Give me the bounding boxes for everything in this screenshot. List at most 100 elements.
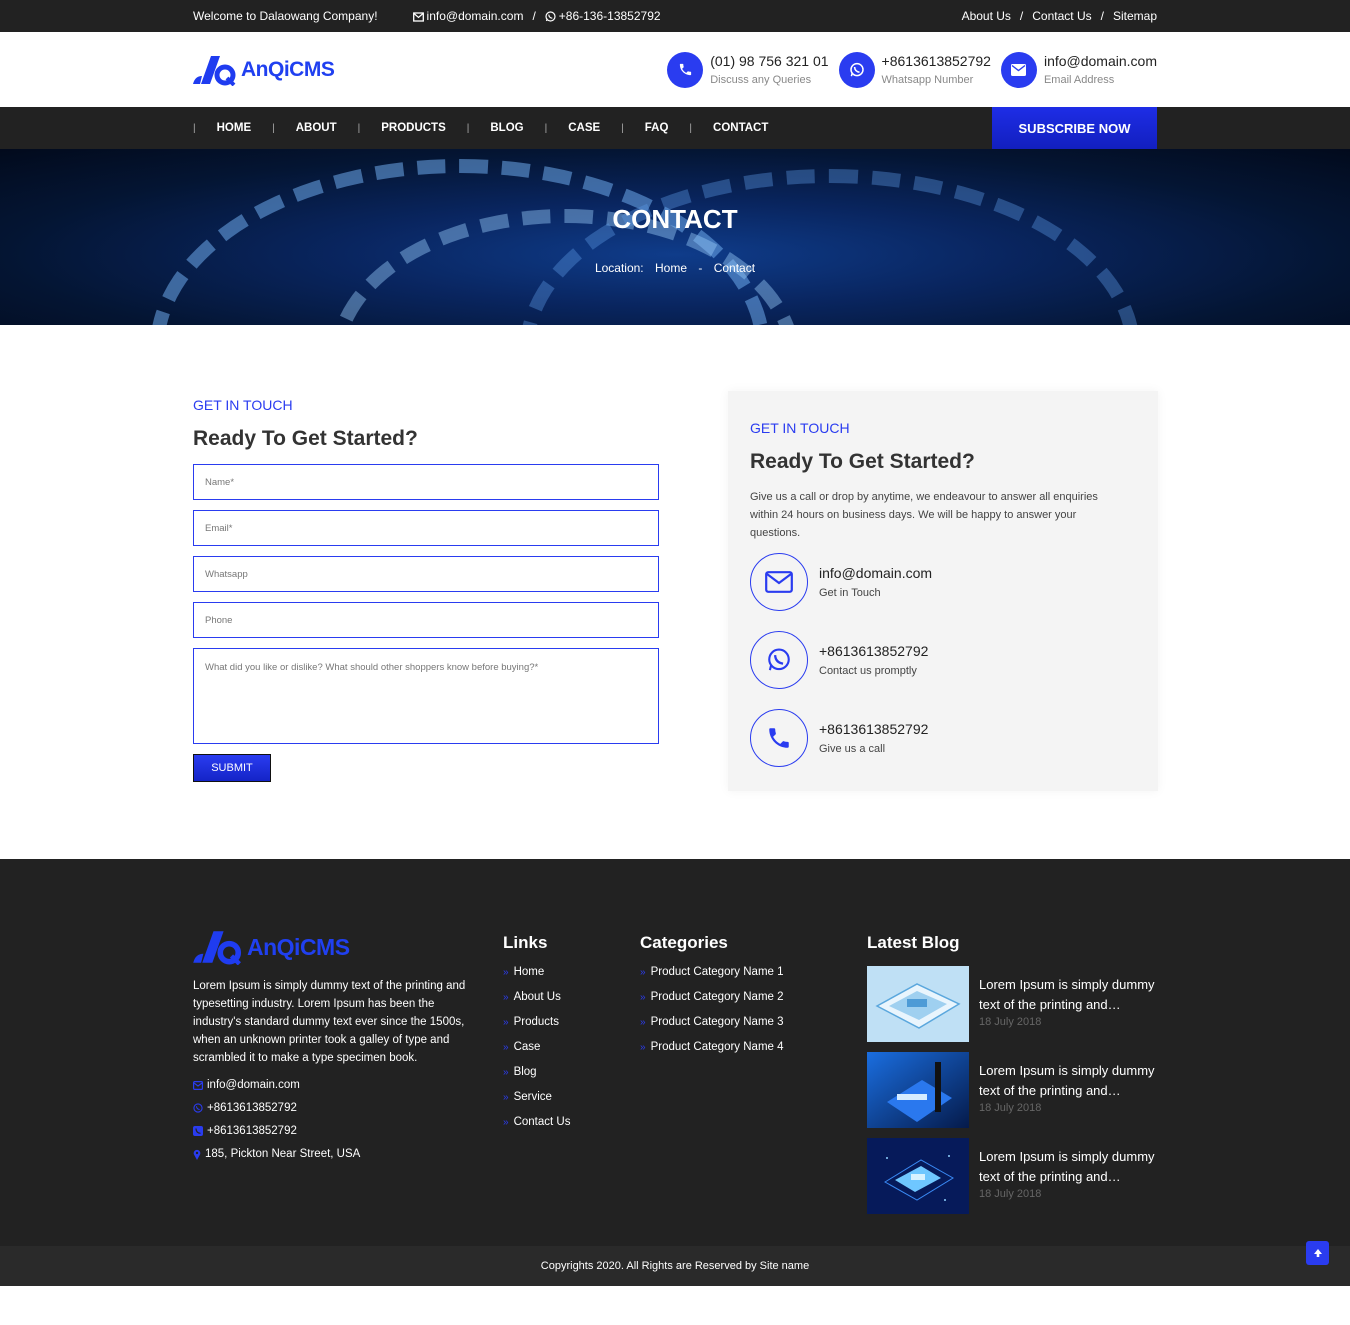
phone-icon (667, 51, 704, 88)
blog-thumbnail (867, 1138, 969, 1214)
contact-info-card: GET IN TOUCH Ready To Get Started? Give … (728, 391, 1158, 791)
copyright-bar: Copyrights 2020. All Rights are Reserved… (0, 1246, 1350, 1286)
blog-item[interactable]: Lorem Ipsum is simply dummy text of the … (867, 966, 1157, 1042)
breadcrumb-home[interactable]: Home (655, 261, 687, 275)
footer-link-about[interactable]: » About Us (503, 991, 570, 1003)
page-banner: CONTACT Location: Home - Contact (0, 149, 1350, 325)
card-whatsapp-caption: Contact us promptly (819, 665, 917, 677)
topbar-link-contact[interactable]: Contact Us (1032, 9, 1091, 23)
back-to-top-button[interactable] (1306, 1241, 1329, 1265)
email-field[interactable]: Email* (193, 510, 659, 546)
footer-category-1[interactable]: » Product Category Name 1 (640, 966, 784, 978)
topbar-phone-text: +86-136-13852792 (558, 9, 661, 23)
name-field[interactable]: Name* (193, 464, 659, 500)
footer-about: AnQiCMS Lorem Ipsum is simply dummy text… (193, 929, 483, 1160)
topbar-link-about[interactable]: About Us (962, 9, 1011, 23)
footer-phone[interactable]: +8613613852792 (193, 1125, 483, 1137)
double-chevron-right-icon: » (503, 1091, 509, 1103)
footer-blog-title: Latest Blog (867, 933, 960, 952)
logo[interactable]: AnQiCMS (193, 54, 335, 86)
separator: / (1100, 9, 1104, 23)
nav-divider: | (689, 122, 693, 134)
nav-item-home[interactable]: HOME (217, 122, 252, 134)
footer-link-label: About Us (513, 991, 561, 1003)
footer-category-4[interactable]: » Product Category Name 4 (640, 1041, 784, 1053)
footer-link-home[interactable]: » Home (503, 966, 570, 978)
phone-field[interactable]: Phone (193, 602, 659, 638)
blog-item[interactable]: Lorem Ipsum is simply dummy text of the … (867, 1138, 1157, 1214)
footer-link-label: Contact Us (513, 1116, 571, 1128)
nav-divider: | (621, 122, 624, 134)
double-chevron-right-icon: » (503, 1016, 509, 1028)
nav-item-contact[interactable]: CONTACT (713, 122, 768, 134)
footer-email[interactable]: info@domain.com (193, 1079, 483, 1091)
footer-category-2[interactable]: » Product Category Name 2 (640, 991, 784, 1003)
footer-category-3[interactable]: » Product Category Name 3 (640, 1016, 784, 1028)
message-textarea[interactable]: What did you like or dislike? What shoul… (193, 648, 659, 744)
blog-item[interactable]: Lorem Ipsum is simply dummy text of the … (867, 1052, 1157, 1128)
header-email[interactable]: info@domain.com Email Address (1000, 51, 1157, 88)
submit-button[interactable]: SUBMIT (193, 754, 271, 782)
footer-link-case[interactable]: » Case (503, 1041, 570, 1053)
nav-item-faq[interactable]: FAQ (645, 122, 669, 134)
nav-divider: | (357, 122, 361, 134)
card-phone-item[interactable]: +8613613852792 Give us a call (750, 709, 1136, 767)
nav-item-blog[interactable]: BLOG (490, 122, 523, 134)
email-placeholder: Email* (205, 522, 233, 534)
footer-categories-title: Categories (640, 933, 728, 952)
header-whatsapp[interactable]: +8613613852792 Whatsapp Number (838, 51, 991, 88)
topbar-link-sitemap[interactable]: Sitemap (1113, 9, 1157, 23)
contact-form: GET IN TOUCH Ready To Get Started? Name*… (193, 397, 659, 782)
topbar-email[interactable]: info@domain.com (412, 9, 523, 23)
message-placeholder: What did you like or dislike? What shoul… (205, 662, 539, 673)
blog-title[interactable]: Lorem Ipsum is simply dummy text of the … (979, 1061, 1157, 1101)
header-email-caption: Email Address (1043, 74, 1115, 86)
double-chevron-right-icon: » (640, 1041, 646, 1053)
header-phone-caption: Discuss any Queries (710, 74, 812, 86)
double-chevron-right-icon: » (640, 1016, 646, 1028)
nav-item-case[interactable]: CASE (568, 122, 600, 134)
card-whatsapp-item[interactable]: +8613613852792 Contact us promptly (750, 631, 1136, 689)
footer-logo[interactable]: AnQiCMS (193, 929, 483, 965)
footer-link-blog[interactable]: » Blog (503, 1066, 570, 1078)
footer-link-label: Service (513, 1091, 552, 1103)
nav-item-products[interactable]: PRODUCTS (381, 122, 446, 134)
envelope-icon (193, 1080, 203, 1090)
subscribe-button[interactable]: SUBSCRIBE NOW (992, 107, 1157, 149)
header-phone-number: (01) 98 756 321 01 (710, 53, 829, 69)
topbar-phone[interactable]: +86-136-13852792 (545, 9, 661, 23)
nav-divider: | (544, 122, 548, 134)
footer-link-contact[interactable]: » Contact Us (503, 1116, 570, 1128)
double-chevron-right-icon: » (503, 1041, 509, 1053)
header-phone[interactable]: (01) 98 756 321 01 Discuss any Queries (667, 51, 829, 88)
page-title: CONTACT (612, 204, 738, 234)
whatsapp-field[interactable]: Whatsapp (193, 556, 659, 592)
footer-category-label: Product Category Name 3 (650, 1016, 784, 1028)
breadcrumb-label: Location: (594, 261, 644, 275)
whatsapp-icon (193, 1103, 203, 1113)
separator: / (532, 9, 536, 23)
footer-category-label: Product Category Name 4 (650, 1041, 784, 1053)
footer-whatsapp[interactable]: +8613613852792 (193, 1102, 483, 1114)
blog-title[interactable]: Lorem Ipsum is simply dummy text of the … (979, 975, 1157, 1015)
envelope-icon (750, 553, 808, 611)
breadcrumb-current: Contact (713, 261, 756, 275)
whatsapp-icon (750, 631, 808, 689)
card-phone-number: +8613613852792 (819, 721, 929, 737)
blog-date: 18 July 2018 (979, 1016, 1042, 1028)
card-email-caption: Get in Touch (819, 587, 881, 599)
nav-item-about[interactable]: ABOUT (296, 122, 337, 134)
name-placeholder: Name* (205, 476, 235, 488)
footer-link-label: Products (513, 1016, 559, 1028)
logo-text: AnQiCMS (241, 57, 335, 81)
welcome-text: Welcome to Dalaowang Company! (193, 9, 378, 23)
envelope-icon (412, 12, 424, 22)
footer-link-service[interactable]: » Service (503, 1091, 570, 1103)
footer-link-products[interactable]: » Products (503, 1016, 570, 1028)
card-email-item[interactable]: info@domain.com Get in Touch (750, 553, 1136, 611)
footer-link-label: Home (513, 966, 545, 978)
blog-title[interactable]: Lorem Ipsum is simply dummy text of the … (979, 1147, 1157, 1187)
phone-icon (750, 709, 808, 767)
top-bar: Welcome to Dalaowang Company! info@domai… (0, 0, 1350, 32)
double-chevron-right-icon: » (640, 991, 646, 1003)
